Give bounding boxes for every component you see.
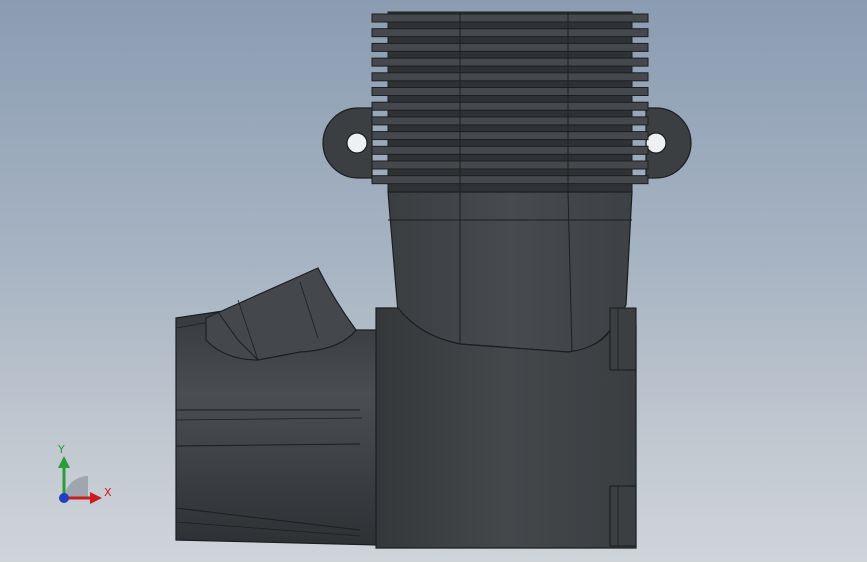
- cooling-fin: [371, 145, 649, 155]
- cooling-fin: [371, 72, 649, 82]
- x-axis-label: X: [104, 486, 112, 499]
- crankcase-boss-lower: [609, 485, 637, 547]
- cooling-fin: [371, 87, 649, 96]
- cooling-fin: [371, 116, 649, 126]
- crankcase-boss-upper: [609, 307, 637, 371]
- cooling-fin: [371, 131, 649, 141]
- mounting-ear-right: [645, 107, 692, 179]
- cooling-fin: [371, 175, 649, 185]
- intake-flange: [205, 267, 357, 361]
- z-axis-dot-icon: [59, 493, 69, 503]
- cooling-fin: [371, 28, 649, 38]
- reference-triad: [58, 456, 102, 504]
- cooling-fin: [371, 13, 649, 23]
- mounting-ear-left: [322, 107, 373, 179]
- cooling-fin: [371, 160, 649, 170]
- engine-model[interactable]: [0, 0, 867, 562]
- graphics-viewport[interactable]: Y X: [0, 0, 867, 562]
- cooling-fin: [371, 57, 649, 67]
- x-axis-arrow-icon: [90, 492, 102, 504]
- cooling-fin: [371, 101, 649, 111]
- y-axis-label: Y: [58, 443, 65, 456]
- cylinder-neck: [387, 191, 633, 353]
- y-axis-arrow-icon: [58, 456, 70, 468]
- cooling-fin: [371, 42, 649, 52]
